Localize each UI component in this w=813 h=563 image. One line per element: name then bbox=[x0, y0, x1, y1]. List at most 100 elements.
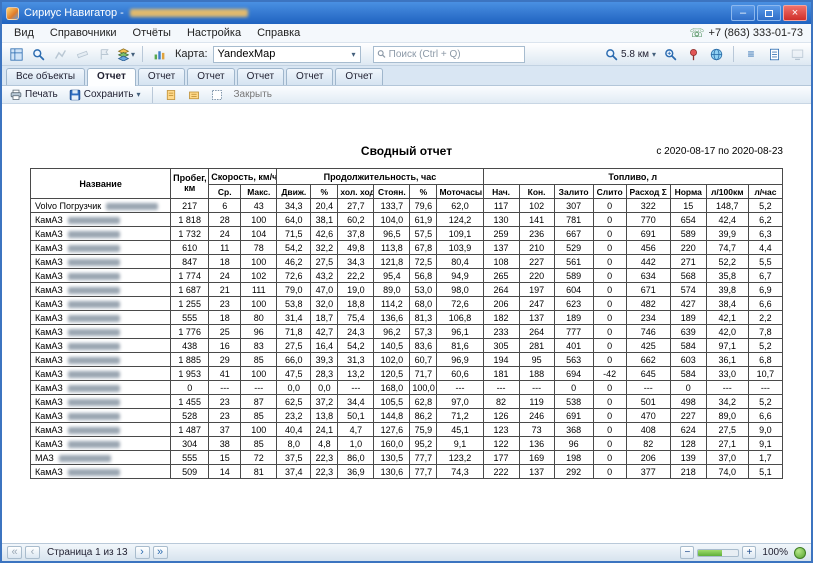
data-cell: 5,1 bbox=[748, 465, 782, 479]
close-button[interactable]: × bbox=[783, 5, 807, 21]
data-cell: 24 bbox=[209, 269, 241, 283]
table-row: КамАЗ1 776259671,842,724,396,257,396,123… bbox=[31, 325, 783, 339]
data-cell: 264 bbox=[519, 325, 554, 339]
tab-report-1[interactable]: Отчет bbox=[87, 68, 136, 86]
vehicle-name: КамАЗ bbox=[35, 425, 63, 435]
tab-report-5[interactable]: Отчет bbox=[286, 68, 333, 85]
data-cell: 22,2 bbox=[338, 269, 374, 283]
data-cell: 100 bbox=[241, 367, 277, 381]
fit-page-button[interactable] bbox=[794, 547, 806, 559]
data-cell: 130 bbox=[483, 213, 519, 227]
menu-settings[interactable]: Настройка bbox=[179, 25, 249, 41]
vehicle-name: КамАЗ bbox=[35, 215, 63, 225]
document-icon bbox=[768, 48, 781, 61]
printer-icon bbox=[10, 89, 22, 101]
next-page-button[interactable]: › bbox=[135, 546, 150, 559]
table-row: МАЗ555157237,522,386,0130,577,7123,21771… bbox=[31, 451, 783, 465]
preview-button[interactable] bbox=[208, 88, 226, 102]
data-cell: 86,0 bbox=[338, 451, 374, 465]
data-cell: 169 bbox=[519, 451, 554, 465]
data-cell: 509 bbox=[171, 465, 209, 479]
prev-page-button[interactable]: ‹ bbox=[25, 546, 40, 559]
data-cell: 60,6 bbox=[437, 367, 483, 381]
data-cell: 37,5 bbox=[277, 451, 311, 465]
search-input[interactable] bbox=[389, 49, 521, 60]
map-scale-indicator[interactable]: 5.8 км ▾ bbox=[604, 45, 657, 64]
data-cell: 210 bbox=[519, 241, 554, 255]
data-cell: 53,0 bbox=[410, 283, 437, 297]
tab-report-4[interactable]: Отчет bbox=[237, 68, 284, 85]
tab-report-2[interactable]: Отчет bbox=[138, 68, 185, 85]
search-map-button[interactable] bbox=[28, 45, 48, 64]
vehicle-name-cell: КамАЗ bbox=[31, 255, 171, 269]
data-cell: 31,4 bbox=[277, 311, 311, 325]
data-cell: 85 bbox=[241, 437, 277, 451]
zoom-in-map-button[interactable] bbox=[660, 45, 680, 64]
objects-panel-button[interactable] bbox=[6, 45, 26, 64]
monitor-button[interactable] bbox=[787, 45, 807, 64]
data-cell: 13,8 bbox=[311, 409, 338, 423]
vehicle-name-cell: КамАЗ bbox=[31, 297, 171, 311]
redacted-text bbox=[68, 413, 120, 420]
data-cell: 18 bbox=[209, 311, 241, 325]
data-cell: 1 732 bbox=[171, 227, 209, 241]
report-header: Сводный отчет с 2020-08-17 по 2020-08-23 bbox=[30, 144, 783, 160]
data-cell: 23 bbox=[209, 297, 241, 311]
redacted-title-text bbox=[130, 9, 248, 17]
data-cell: 624 bbox=[670, 423, 706, 437]
menu-reports[interactable]: Отчёты bbox=[125, 25, 179, 41]
table-row: КамАЗ555188031,418,775,4136,681,3106,818… bbox=[31, 311, 783, 325]
close-report-button[interactable]: Закрыть bbox=[233, 89, 272, 100]
tab-all-objects[interactable]: Все объекты bbox=[6, 68, 85, 85]
report-list-button[interactable] bbox=[764, 45, 784, 64]
zoom-out-button[interactable]: − bbox=[680, 546, 694, 559]
track-button[interactable] bbox=[50, 45, 70, 64]
data-cell: 28 bbox=[209, 213, 241, 227]
tab-report-3[interactable]: Отчет bbox=[187, 68, 234, 85]
ruler-button[interactable] bbox=[72, 45, 92, 64]
tab-report-6[interactable]: Отчет bbox=[335, 68, 382, 85]
print-button[interactable]: Печать bbox=[7, 88, 61, 102]
menu-view[interactable]: Вид bbox=[6, 25, 42, 41]
data-cell: 27,5 bbox=[311, 255, 338, 269]
maximize-button[interactable] bbox=[757, 5, 781, 21]
data-cell: 16 bbox=[209, 339, 241, 353]
redacted-text bbox=[59, 455, 111, 462]
data-cell: 75,9 bbox=[410, 423, 437, 437]
data-cell: 0 bbox=[593, 199, 626, 213]
data-cell: 0,0 bbox=[277, 381, 311, 395]
chart-button[interactable] bbox=[149, 45, 169, 64]
search-icon bbox=[377, 49, 386, 59]
globe-button[interactable] bbox=[706, 45, 726, 64]
map-select[interactable]: YandexMap ▾ bbox=[213, 46, 361, 63]
data-cell: 85 bbox=[241, 353, 277, 367]
data-cell: 27,1 bbox=[706, 437, 748, 451]
first-page-button[interactable]: « bbox=[7, 546, 22, 559]
vehicle-name: КамАЗ bbox=[35, 439, 63, 449]
zoom-slider[interactable] bbox=[697, 549, 739, 557]
page-orientation-button[interactable] bbox=[185, 88, 203, 102]
page-setup-button[interactable] bbox=[162, 88, 180, 102]
objects-list-button[interactable]: ≡ bbox=[741, 45, 761, 64]
data-cell: 100 bbox=[241, 297, 277, 311]
data-cell: 234 bbox=[626, 311, 670, 325]
marker-button[interactable] bbox=[683, 45, 703, 64]
zoom-in-button[interactable]: + bbox=[742, 546, 756, 559]
table-row: КамАЗ1 455238762,537,234,4105,562,897,08… bbox=[31, 395, 783, 409]
table-row: КамАЗ509148137,422,336,9130,677,774,3222… bbox=[31, 465, 783, 479]
minimize-button[interactable]: – bbox=[731, 5, 755, 21]
layers-button[interactable]: ▾ bbox=[116, 45, 136, 64]
last-page-button[interactable]: » bbox=[153, 546, 168, 559]
data-cell: 39,9 bbox=[706, 227, 748, 241]
save-button[interactable]: Сохранить ▾ bbox=[66, 88, 144, 102]
data-cell: 0 bbox=[593, 297, 626, 311]
vehicle-name: КамАЗ bbox=[35, 397, 63, 407]
menu-help[interactable]: Справка bbox=[249, 25, 308, 41]
flag-button[interactable] bbox=[94, 45, 114, 64]
table-row: КамАЗ1 7742410272,643,222,295,456,894,92… bbox=[31, 269, 783, 283]
column-header: Нач. bbox=[483, 185, 519, 199]
vehicle-name: КамАЗ bbox=[35, 327, 63, 337]
data-cell: 555 bbox=[171, 311, 209, 325]
data-cell: 117 bbox=[483, 199, 519, 213]
menu-directories[interactable]: Справочники bbox=[42, 25, 125, 41]
